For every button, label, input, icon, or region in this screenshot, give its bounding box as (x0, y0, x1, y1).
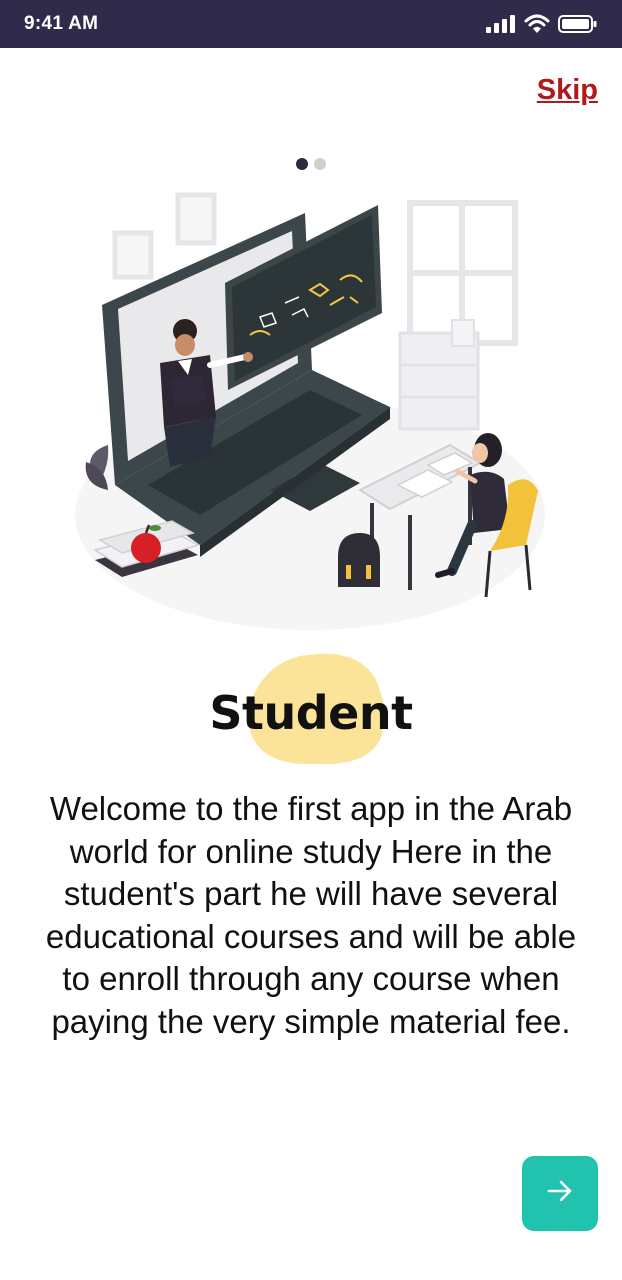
status-bar: 9:41 AM (0, 0, 622, 48)
page-title: Student (209, 686, 413, 740)
title-block: Student (0, 650, 622, 770)
skip-link[interactable]: Skip (537, 74, 598, 107)
page-indicator (0, 158, 622, 170)
arrow-right-icon (546, 1179, 574, 1208)
wifi-icon (524, 14, 550, 34)
onboarding-description: Welcome to the first app in the Arab wor… (45, 790, 577, 1040)
page-dot (314, 158, 326, 170)
status-icons (486, 14, 598, 34)
online-class-illustration (75, 192, 545, 630)
signal-icon (486, 15, 516, 33)
battery-icon (558, 14, 598, 34)
next-button[interactable] (522, 1156, 598, 1231)
status-time: 9:41 AM (24, 13, 99, 34)
page-dot-active (296, 158, 308, 170)
